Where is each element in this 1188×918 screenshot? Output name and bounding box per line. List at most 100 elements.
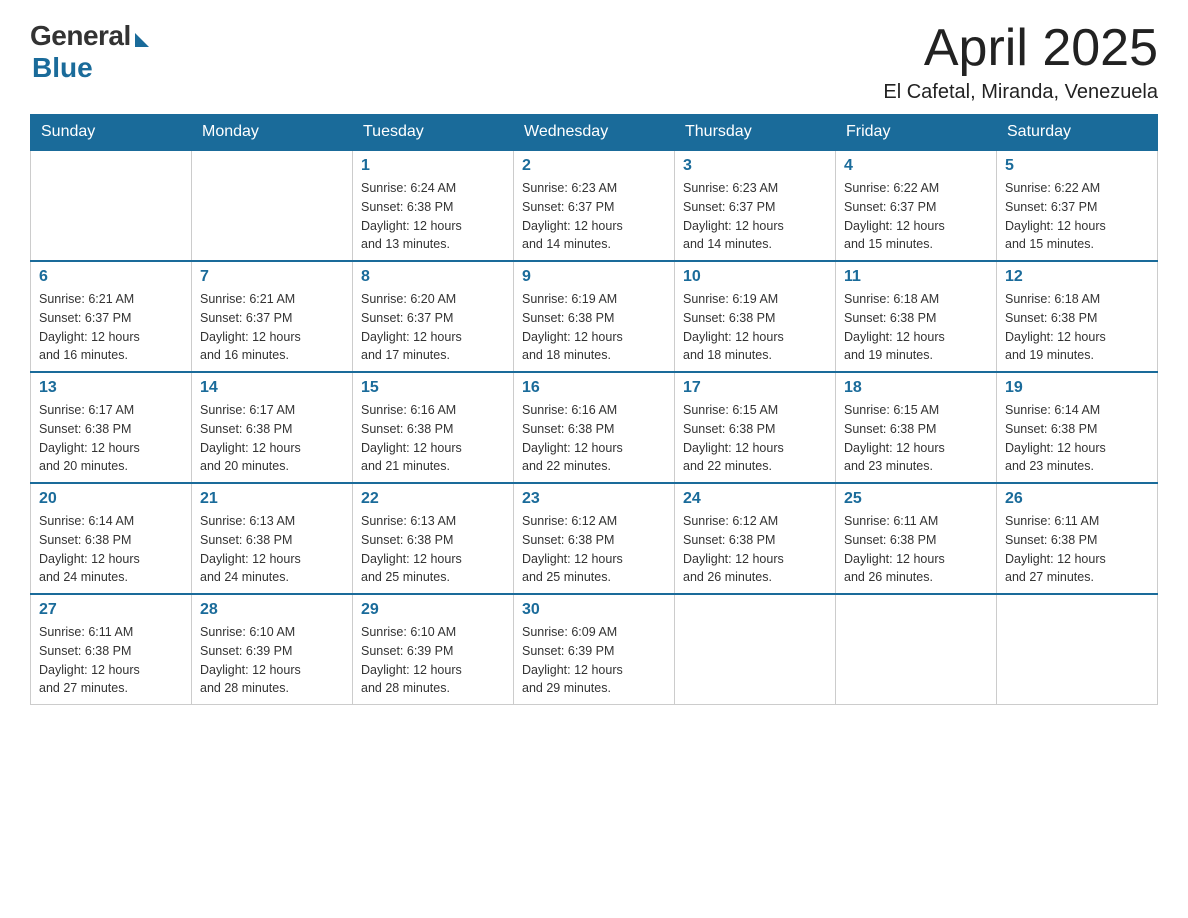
day-number: 11 [844,268,988,286]
day-number: 29 [361,601,505,619]
calendar-cell: 27Sunrise: 6:11 AMSunset: 6:38 PMDayligh… [31,594,192,705]
calendar-cell: 30 Sunrise: 6:09 AMSunset: 6:39 PMDayligh… [514,594,675,705]
calendar-cell: 17Sunrise: 6:15 AMSunset: 6:38 PMDayligh… [675,372,836,483]
calendar-cell [31,150,192,261]
calendar-header-friday: Friday [836,115,997,151]
calendar-cell: 5 Sunrise: 6:22 AMSunset: 6:37 PMDaylight… [997,150,1158,261]
day-number: 6 [39,268,183,286]
logo: General Blue [30,20,149,84]
day-number: 2 [522,157,666,175]
calendar-cell: 12 Sunrise: 6:18 AMSunset: 6:38 PMDayligh… [997,261,1158,372]
day-info: Sunrise: 6:18 AMSunset: 6:38 PMDaylight:… [844,290,988,365]
day-info: Sunrise: 6:10 AMSunset: 6:39 PMDaylight:… [361,623,505,698]
day-number: 28 [200,601,344,619]
day-number: 30 [522,601,666,619]
calendar-cell: 18 Sunrise: 6:15 AMSunset: 6:38 PMDayligh… [836,372,997,483]
day-number: 5 [1005,157,1149,175]
day-number: 3 [683,157,827,175]
day-number: 12 [1005,268,1149,286]
day-number: 13 [39,379,183,397]
calendar-header-tuesday: Tuesday [353,115,514,151]
day-info: Sunrise: 6:12 AMSunset: 6:38 PMDaylight:… [683,512,827,587]
calendar-cell: 24 Sunrise: 6:12 AMSunset: 6:38 PMDayligh… [675,483,836,594]
day-info: Sunrise: 6:19 AMSunset: 6:38 PMDaylight:… [522,290,666,365]
calendar-cell: 14 Sunrise: 6:17 AMSunset: 6:38 PMDayligh… [192,372,353,483]
day-info: Sunrise: 6:11 AMSunset: 6:38 PMDaylight:… [1005,512,1149,587]
calendar-cell: 3 Sunrise: 6:23 AMSunset: 6:37 PMDaylight… [675,150,836,261]
day-info: Sunrise: 6:13 AMSunset: 6:38 PMDaylight:… [200,512,344,587]
calendar-header-saturday: Saturday [997,115,1158,151]
calendar-cell: 1 Sunrise: 6:24 AMSunset: 6:38 PMDaylight… [353,150,514,261]
logo-general-text: General [30,20,131,52]
day-info: Sunrise: 6:20 AMSunset: 6:37 PMDaylight:… [361,290,505,365]
day-info: Sunrise: 6:17 AMSunset: 6:38 PMDaylight:… [200,401,344,476]
week-row-1: 1 Sunrise: 6:24 AMSunset: 6:38 PMDaylight… [31,150,1158,261]
calendar-cell: 6 Sunrise: 6:21 AMSunset: 6:37 PMDaylight… [31,261,192,372]
day-number: 1 [361,157,505,175]
day-info: Sunrise: 6:21 AMSunset: 6:37 PMDaylight:… [39,290,183,365]
calendar-cell [675,594,836,705]
day-number: 19 [1005,379,1149,397]
calendar-cell: 13 Sunrise: 6:17 AMSunset: 6:38 PMDayligh… [31,372,192,483]
day-info: Sunrise: 6:15 AMSunset: 6:38 PMDaylight:… [683,401,827,476]
calendar-cell: 21 Sunrise: 6:13 AMSunset: 6:38 PMDayligh… [192,483,353,594]
day-number: 25 [844,490,988,508]
day-info: Sunrise: 6:14 AMSunset: 6:38 PMDaylight:… [1005,401,1149,476]
calendar-cell: 4Sunrise: 6:22 AMSunset: 6:37 PMDaylight… [836,150,997,261]
calendar-cell: 10Sunrise: 6:19 AMSunset: 6:38 PMDayligh… [675,261,836,372]
day-info: Sunrise: 6:22 AMSunset: 6:37 PMDaylight:… [1005,179,1149,254]
calendar-cell: 26 Sunrise: 6:11 AMSunset: 6:38 PMDayligh… [997,483,1158,594]
day-info: Sunrise: 6:11 AMSunset: 6:38 PMDaylight:… [844,512,988,587]
day-info: Sunrise: 6:16 AMSunset: 6:38 PMDaylight:… [522,401,666,476]
calendar-cell: 20 Sunrise: 6:14 AMSunset: 6:38 PMDayligh… [31,483,192,594]
calendar-cell: 23Sunrise: 6:12 AMSunset: 6:38 PMDayligh… [514,483,675,594]
day-number: 8 [361,268,505,286]
day-info: Sunrise: 6:09 AMSunset: 6:39 PMDaylight:… [522,623,666,698]
day-number: 10 [683,268,827,286]
calendar-cell: 19 Sunrise: 6:14 AMSunset: 6:38 PMDayligh… [997,372,1158,483]
day-number: 20 [39,490,183,508]
calendar-cell: 8 Sunrise: 6:20 AMSunset: 6:37 PMDaylight… [353,261,514,372]
calendar-cell: 7 Sunrise: 6:21 AMSunset: 6:37 PMDaylight… [192,261,353,372]
calendar-cell: 28 Sunrise: 6:10 AMSunset: 6:39 PMDayligh… [192,594,353,705]
day-number: 18 [844,379,988,397]
calendar-cell [836,594,997,705]
day-info: Sunrise: 6:14 AMSunset: 6:38 PMDaylight:… [39,512,183,587]
week-row-3: 13 Sunrise: 6:17 AMSunset: 6:38 PMDayligh… [31,372,1158,483]
day-number: 21 [200,490,344,508]
logo-blue-text: Blue [32,52,93,84]
calendar-header-monday: Monday [192,115,353,151]
day-number: 7 [200,268,344,286]
day-number: 22 [361,490,505,508]
day-number: 14 [200,379,344,397]
logo-arrow-icon [135,33,149,47]
title-section: April 2025 El Cafetal, Miranda, Venezuel… [883,20,1158,104]
day-info: Sunrise: 6:23 AMSunset: 6:37 PMDaylight:… [683,179,827,254]
calendar-header-row: SundayMondayTuesdayWednesdayThursdayFrid… [31,115,1158,151]
location-text: El Cafetal, Miranda, Venezuela [883,81,1158,104]
day-info: Sunrise: 6:21 AMSunset: 6:37 PMDaylight:… [200,290,344,365]
day-info: Sunrise: 6:15 AMSunset: 6:38 PMDaylight:… [844,401,988,476]
calendar-cell: 2Sunrise: 6:23 AMSunset: 6:37 PMDaylight… [514,150,675,261]
day-number: 24 [683,490,827,508]
day-number: 16 [522,379,666,397]
calendar-cell: 25 Sunrise: 6:11 AMSunset: 6:38 PMDayligh… [836,483,997,594]
day-info: Sunrise: 6:13 AMSunset: 6:38 PMDaylight:… [361,512,505,587]
calendar-cell: 15Sunrise: 6:16 AMSunset: 6:38 PMDayligh… [353,372,514,483]
day-number: 9 [522,268,666,286]
calendar-table: SundayMondayTuesdayWednesdayThursdayFrid… [30,114,1158,705]
month-title: April 2025 [883,20,1158,77]
calendar-header-wednesday: Wednesday [514,115,675,151]
day-number: 26 [1005,490,1149,508]
day-info: Sunrise: 6:24 AMSunset: 6:38 PMDaylight:… [361,179,505,254]
day-info: Sunrise: 6:17 AMSunset: 6:38 PMDaylight:… [39,401,183,476]
day-info: Sunrise: 6:10 AMSunset: 6:39 PMDaylight:… [200,623,344,698]
calendar-cell: 11 Sunrise: 6:18 AMSunset: 6:38 PMDayligh… [836,261,997,372]
day-info: Sunrise: 6:18 AMSunset: 6:38 PMDaylight:… [1005,290,1149,365]
calendar-cell [192,150,353,261]
day-number: 15 [361,379,505,397]
day-number: 27 [39,601,183,619]
week-row-2: 6 Sunrise: 6:21 AMSunset: 6:37 PMDaylight… [31,261,1158,372]
day-info: Sunrise: 6:12 AMSunset: 6:38 PMDaylight:… [522,512,666,587]
calendar-header-sunday: Sunday [31,115,192,151]
